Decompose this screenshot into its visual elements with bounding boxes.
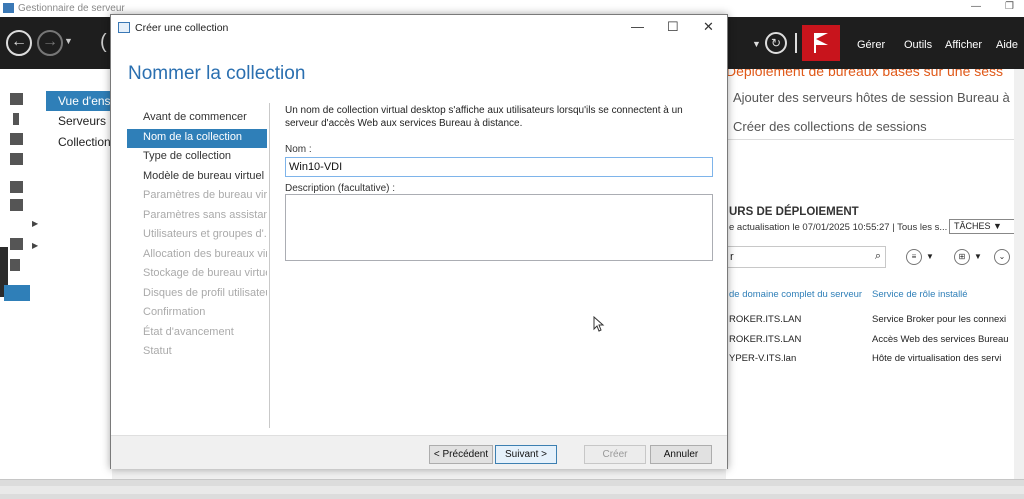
local-server-icon[interactable] [13,113,19,125]
dialog-title: Créer une collection [135,22,229,34]
sidebar-nav: Vue d'ens Serveurs Collections [42,69,117,479]
rds-selected-icon[interactable] [4,285,30,301]
dialog-footer: < Précédent Suivant > Créer Annuler [111,435,727,469]
chevron-right-icon[interactable]: ▶ [32,241,38,250]
all-servers-icon[interactable] [10,133,23,145]
minimize-icon[interactable]: — [631,19,644,34]
menu-aide[interactable]: Aide [996,39,1018,51]
deployment-title: Déploiement de bureaux basés sur une ses… [726,69,1004,79]
search-icon[interactable]: ⌕ [875,250,881,263]
dialog-titlebar: Créer une collection — ☐ ✕ [111,15,727,41]
chevron-down-icon[interactable]: ▼ [926,252,934,261]
notifications-flag-button[interactable] [802,25,840,61]
close-icon[interactable]: ✕ [703,19,714,35]
column-header-fqdn[interactable]: de domaine complet du serveur [729,289,862,300]
wizard-step: Utilisateurs et groupes d'... [143,228,267,240]
tools-icon[interactable] [10,259,20,271]
list-options-icon[interactable]: ≡ [906,249,922,265]
tasks-dropdown[interactable]: TÂCHES ▼ [949,219,1015,234]
wizard-step: Paramètres sans assistance [143,208,267,221]
chevron-right-icon[interactable]: ▶ [32,219,38,228]
wizard-step: Paramètres de bureau virt... [143,189,267,201]
cancel-button[interactable]: Annuler [650,445,712,464]
wizard-step: Disques de profil utilisateur [143,286,267,299]
filter-input[interactable]: r ⌕ [726,246,886,268]
window-controls: — ❐ [971,1,1014,12]
task-add-rdsh[interactable]: Ajouter des serveurs hôtes de session Bu… [733,90,1010,105]
wizard-icon [118,22,130,33]
wizard-step[interactable]: Avant de commencer [127,109,267,128]
status-bar [0,479,1024,499]
table-cell[interactable]: Hôte de virtualisation des servi [872,353,1001,364]
table-cell[interactable]: YPER-V.ITS.lan [729,353,796,364]
sidebar-item-overview[interactable]: Vue d'ens [46,91,112,111]
wizard-step[interactable]: Type de collection [127,148,267,167]
chevron-down-icon[interactable]: ▼ [974,252,982,261]
file-services-icon[interactable] [10,153,23,165]
wizard-step[interactable]: Modèle de bureau virtuel [127,168,267,187]
table-cell[interactable]: ROKER.ITS.LAN [729,334,801,345]
create-collection-dialog: Créer une collection — ☐ ✕ Nommer la col… [110,14,728,469]
wizard-step: Allocation des bureaux vir... [143,247,267,260]
chevron-down-icon[interactable]: ▼ [64,36,73,46]
divider [726,139,1024,140]
horizontal-scrollbar[interactable] [0,486,1024,494]
steps-divider [269,103,270,428]
wizard-step: État d'avancement [143,325,234,338]
minimize-icon[interactable]: — [971,1,981,12]
wizard-content: Un nom de collection virtual desktop s'a… [285,104,715,261]
next-button[interactable]: Suivant > [495,445,557,464]
table-cell[interactable]: Service Broker pour les connexi [872,314,1006,325]
section-title: URS DE DÉPLOIEMENT [729,206,859,218]
column-header-role[interactable]: Service de rôle installé [872,289,968,300]
restore-icon[interactable]: ❐ [1005,1,1014,12]
name-label: Nom : [285,144,312,155]
table-cell[interactable]: Accès Web des services Bureau [872,334,1009,345]
breadcrumb-icon: ( [100,31,107,53]
server-manager-icon [3,3,14,13]
collection-name-input[interactable] [285,157,713,177]
refresh-button[interactable]: ↻ [765,32,787,54]
previous-button[interactable]: < Précédent [429,445,493,464]
maximize-icon[interactable]: ☐ [667,19,679,35]
collection-description-input[interactable] [285,194,713,261]
wizard-step: Confirmation [143,306,206,318]
wizard-step: Statut [143,345,172,357]
sidebar-item-collections[interactable]: Collections [58,135,117,149]
wizard-step: Stockage de bureau virtuel [143,267,267,279]
app-title: Gestionnaire de serveur [18,3,125,14]
role-icon[interactable] [10,238,23,250]
menu-afficher[interactable]: Afficher [945,39,982,51]
toolbar-separator [795,33,797,53]
chevron-down-icon[interactable]: ▼ [752,39,761,49]
ad-icon[interactable] [10,181,23,193]
sidebar-icons: ▶ ▶ [0,69,42,479]
wizard-step[interactable]: Nom de la collection [127,128,267,148]
vertical-scrollbar[interactable] [1014,69,1024,479]
description-label: Description (facultative) : [285,183,396,194]
back-button[interactable]: ← [6,30,32,56]
dashboard-icon[interactable] [10,93,23,105]
instruction-text: Un nom de collection virtual desktop s'a… [285,105,683,129]
hyper-v-icon[interactable] [10,199,23,211]
menu-gerer[interactable]: Gérer [857,39,885,51]
menu-outils[interactable]: Outils [904,39,932,51]
section-subtitle: e actualisation le 07/01/2025 10:55:27 |… [729,222,948,233]
task-create-collections[interactable]: Créer des collections de sessions [733,119,927,134]
main-panel: Déploiement de bureaux basés sur une ses… [726,69,1024,479]
forward-button[interactable]: → [37,30,63,56]
sidebar-item-servers[interactable]: Serveurs [58,114,106,128]
expand-icon[interactable]: ⌄ [994,249,1010,265]
create-button[interactable]: Créer [584,445,646,464]
sort-options-icon[interactable]: ⊞ [954,249,970,265]
page-title: Nommer la collection [128,63,306,84]
table-cell[interactable]: ROKER.ITS.LAN [729,314,801,325]
